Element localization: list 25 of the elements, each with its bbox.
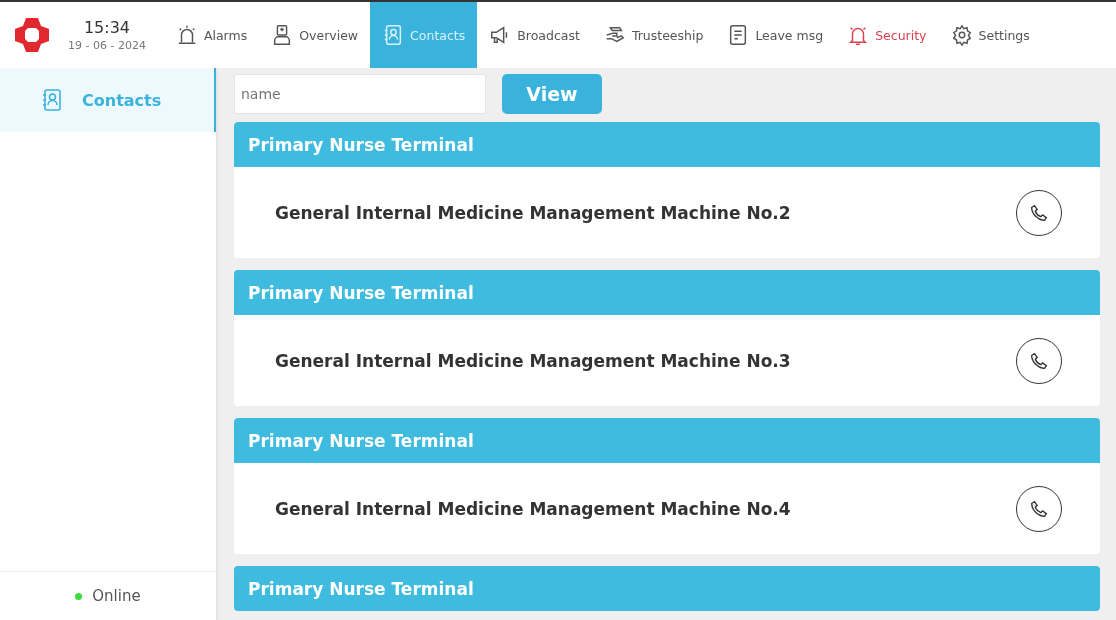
clock-time: 15:34 bbox=[83, 18, 130, 37]
nav-tab[interactable]: Settings bbox=[938, 2, 1042, 68]
card-header: Primary Nurse Terminal bbox=[234, 418, 1100, 463]
contact-name: General Internal Medicine Management Machine No.4 bbox=[275, 498, 791, 519]
contact-name: General Internal Medicine Management Machine No.2 bbox=[275, 202, 791, 223]
nav-tab[interactable]: Security bbox=[835, 2, 939, 68]
settings-icon bbox=[950, 24, 973, 46]
bell-icon bbox=[847, 24, 870, 46]
nav-tab[interactable]: Overview bbox=[259, 2, 371, 68]
search-field[interactable]: name bbox=[234, 74, 486, 114]
phone-call-button[interactable] bbox=[1016, 337, 1062, 384]
card-header: Primary Nurse Terminal bbox=[234, 566, 1100, 611]
card-header: Primary Nurse Terminal bbox=[234, 270, 1100, 315]
nav-tab[interactable]: Leave msg bbox=[715, 2, 836, 68]
phone-call-button[interactable] bbox=[1016, 189, 1062, 236]
nav-tab[interactable]: Broadcast bbox=[477, 2, 592, 68]
contact-book-icon bbox=[40, 88, 64, 112]
cross-logo-icon bbox=[12, 15, 52, 55]
nav-tab[interactable]: Alarms bbox=[163, 2, 260, 68]
contact-name: General Internal Medicine Management Machine No.3 bbox=[275, 350, 791, 371]
clock-date: 19 - 06 - 2024 bbox=[68, 39, 146, 52]
phone-call-button[interactable] bbox=[1016, 485, 1062, 532]
status-label: Online bbox=[92, 587, 141, 605]
nav-tab[interactable]: Trusteeship bbox=[591, 2, 716, 68]
card-header: Primary Nurse Terminal bbox=[234, 122, 1100, 167]
